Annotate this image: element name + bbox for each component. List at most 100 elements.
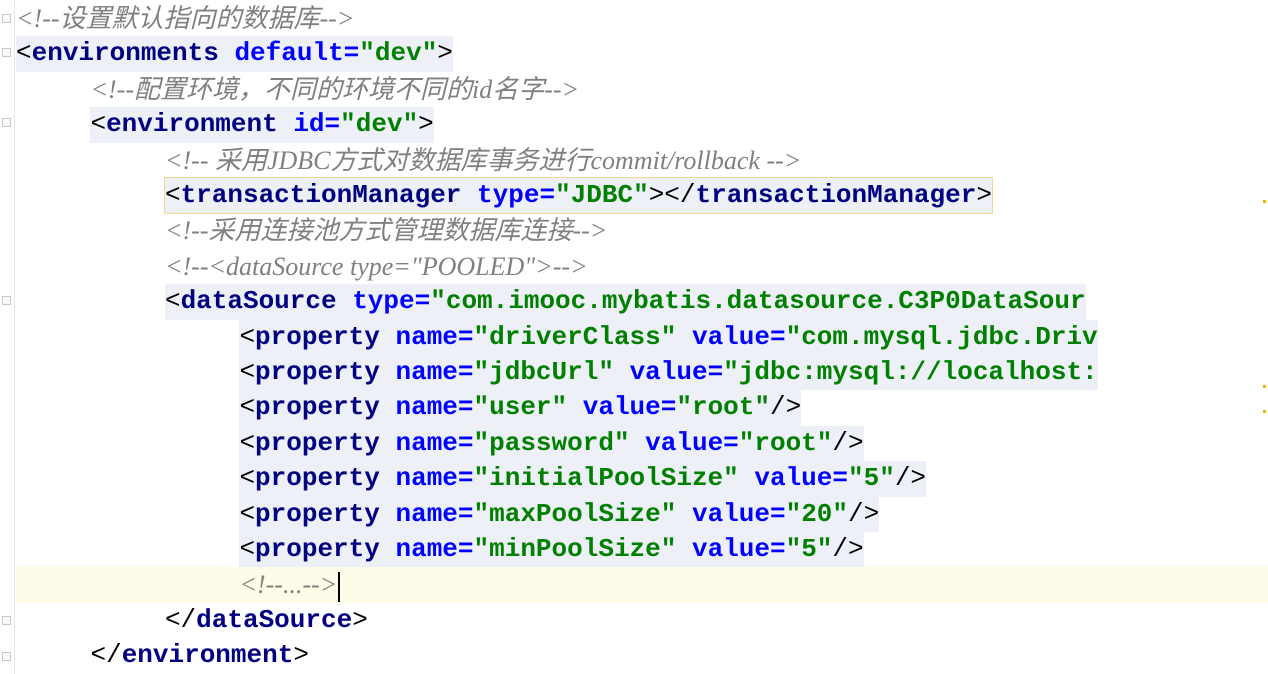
equals-sign: =: [707, 357, 724, 387]
xml-attribute-name: name: [395, 392, 458, 423]
xml-attribute-name: value: [691, 534, 770, 564]
xml-attribute-value: "root": [676, 392, 770, 423]
xml-attribute-name: name: [395, 534, 458, 564]
xml-attribute-name: value: [754, 463, 833, 494]
xml-tag-name: environment: [121, 640, 294, 671]
tag-bracket: <: [239, 498, 256, 529]
equals-sign: =: [457, 463, 474, 494]
xml-attribute-value: "password": [473, 427, 630, 458]
code-line[interactable]: <!--<dataSource type="POOLED">-->: [16, 249, 1268, 284]
code-line[interactable]: <property name="jdbcUrl" value="jdbc:mys…: [16, 355, 1268, 391]
code-line[interactable]: <property name="password" value="root"/>: [16, 425, 1268, 462]
code-line[interactable]: <transactionManager type="JDBC"></transa…: [16, 176, 1268, 215]
code-line[interactable]: <property name="minPoolSize" value="5"/>: [16, 532, 1268, 568]
xml-tag-name: transactionManager: [180, 180, 462, 210]
code-line[interactable]: <!--...-->: [16, 567, 1268, 603]
equals-sign: =: [769, 498, 786, 529]
xml-attribute-value: "com.imooc.mybatis.datasource.C3P0DataSo…: [430, 286, 1086, 317]
code-line[interactable]: <property name="maxPoolSize" value="20"/…: [16, 496, 1268, 532]
equals-sign: =: [660, 392, 677, 423]
code-line[interactable]: <!--设置默认指向的数据库-->: [16, 1, 1268, 36]
tag-bracket: <: [239, 427, 256, 458]
code-line[interactable]: <environment id="dev">: [16, 107, 1268, 143]
fold-marker-icon[interactable]: [2, 48, 11, 57]
equals-sign: =: [457, 392, 474, 423]
tag-bracket: >: [418, 109, 434, 140]
tag-bracket: />: [770, 392, 802, 423]
tag-bracket: />: [832, 427, 864, 458]
tag-bracket: </: [164, 604, 197, 635]
tag-bracket: />: [894, 463, 927, 494]
fold-marker-icon[interactable]: [2, 616, 11, 625]
equals-sign: =: [457, 321, 474, 352]
xml-attribute-name: type: [352, 286, 415, 317]
code-line[interactable]: <!--采用连接池方式管理数据库连接-->: [16, 213, 1268, 248]
xml-attribute-name: name: [395, 321, 458, 352]
xml-attribute-name: value: [629, 357, 708, 387]
tag-bracket: <: [239, 534, 256, 564]
xml-attribute-name: name: [395, 498, 458, 529]
tag-bracket: <: [239, 463, 256, 494]
equals-sign: =: [414, 286, 431, 317]
fold-marker-icon[interactable]: [2, 652, 11, 661]
code-editor[interactable]: <!--设置默认指向的数据库--> <environments default="…: [16, 0, 1268, 674]
tag-bracket: <: [239, 392, 256, 423]
equals-sign: =: [324, 109, 341, 140]
xml-comment: <!-- 采用JDBC方式对数据库事务进行commit/rollback -->: [164, 145, 802, 175]
code-line[interactable]: </environment>: [16, 638, 1268, 673]
xml-tag-name: dataSource: [196, 604, 353, 635]
equals-sign: =: [457, 498, 474, 529]
equals-sign: =: [457, 534, 474, 564]
xml-tag-name: property: [255, 534, 380, 564]
xml-attribute-value: "dev": [359, 38, 438, 69]
xml-attribute-name: name: [395, 357, 458, 387]
text-caret: [338, 571, 341, 602]
gutter-divider: [14, 0, 15, 674]
equals-sign: =: [832, 463, 848, 494]
fold-marker-icon[interactable]: [2, 296, 11, 305]
xml-attribute-value: "jdbcUrl": [473, 357, 614, 387]
xml-attribute-value: "user": [473, 392, 568, 423]
xml-attribute-name: id: [293, 109, 325, 140]
tag-bracket: <: [164, 286, 181, 317]
xml-attribute-value: "5": [848, 463, 895, 494]
tag-bracket: >: [437, 38, 453, 69]
xml-tag-name: property: [255, 427, 380, 458]
equals-sign: =: [769, 534, 786, 564]
code-line[interactable]: <!--配置环境，不同的环境不同的id名字-->: [16, 72, 1268, 107]
xml-tag-name: property: [255, 392, 380, 423]
code-line[interactable]: <environments default="dev">: [16, 36, 1268, 72]
xml-tag-name: environment: [106, 109, 278, 140]
code-line[interactable]: <property name="user" value="root"/>: [16, 390, 1268, 426]
code-line[interactable]: <dataSource type="com.imooc.mybatis.data…: [16, 284, 1268, 320]
xml-attribute-value: "20": [785, 498, 849, 529]
xml-attribute-value: "initialPoolSize": [473, 463, 739, 494]
xml-attribute-name: name: [395, 427, 458, 458]
code-line[interactable]: <property name="driverClass" value="com.…: [16, 319, 1268, 355]
xml-attribute-value: "jdbc:mysql://localhost:: [723, 357, 1098, 387]
xml-tag-name: transactionManager: [695, 180, 977, 210]
equals-sign: =: [723, 427, 739, 458]
tag-bracket: />: [848, 498, 880, 529]
equals-sign: =: [457, 427, 474, 458]
code-line[interactable]: <property name="initialPoolSize" value="…: [16, 461, 1268, 497]
code-line[interactable]: </dataSource>: [16, 603, 1268, 638]
fold-marker-icon[interactable]: [2, 118, 11, 127]
xml-attribute-value: "minPoolSize": [473, 534, 677, 564]
code-line[interactable]: <!-- 采用JDBC方式对数据库事务进行commit/rollback -->: [16, 143, 1268, 178]
fold-marker-icon[interactable]: [2, 14, 11, 23]
equals-sign: =: [343, 38, 360, 69]
